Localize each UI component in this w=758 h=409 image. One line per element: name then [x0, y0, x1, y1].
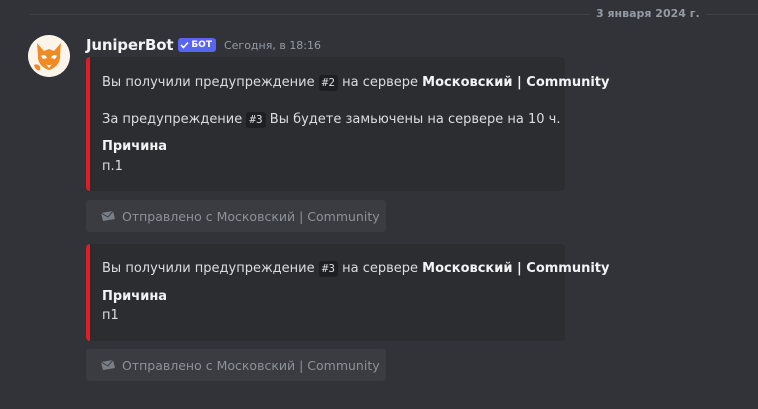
inline-code: #3 — [246, 112, 266, 128]
embed-description-line: Вы получили предупреждение #2 на сервере… — [102, 74, 610, 92]
text-segment: на сервере — [338, 75, 423, 90]
fox-logo-icon — [28, 35, 70, 77]
warning-embed: Вы получили предупреждение #3 на сервере… — [86, 244, 610, 341]
sent-from-server-button[interactable]: Отправлено с Московский | Community — [86, 349, 386, 381]
text-segment: Вы получили предупреждение — [102, 261, 319, 276]
embed-field-name: Причина — [102, 139, 168, 154]
author-name[interactable]: JuniperBot — [86, 36, 174, 54]
embed-field-value: п.1 — [102, 159, 123, 174]
envelope-icon — [100, 210, 115, 221]
embed-field-value: п1 — [102, 308, 119, 323]
server-name: Московский | Community — [422, 75, 610, 90]
sent-from-server-button[interactable]: Отправлено с Московский | Community — [86, 200, 386, 232]
date-divider-label: 3 января 2024 г. — [590, 7, 706, 21]
server-name: Московский | Community — [422, 261, 610, 276]
message-header: JuniperBot БОТ Сегодня, в 18:16 — [86, 35, 321, 55]
warning-embed: Вы получили предупреждение #2 на сервере… — [86, 57, 610, 191]
embed-description-line: Вы получили предупреждение #3 на сервере… — [102, 260, 610, 278]
message-timestamp[interactable]: Сегодня, в 18:16 — [224, 39, 321, 52]
text-segment: Вы будете замьючены на сервере на 10 ч. — [265, 112, 561, 127]
chat-area: 3 января 2024 г. JuniperBot БОТ Сегодня,… — [0, 0, 758, 409]
text-segment: За предупреждение — [102, 112, 247, 127]
embed-description-line: За предупреждение #3 Вы будете замьючены… — [102, 111, 560, 129]
text-segment: Вы получили предупреждение — [102, 75, 319, 90]
sent-button-label: Отправлено с Московский | Community — [122, 357, 380, 373]
sent-button-label: Отправлено с Московский | Community — [122, 208, 380, 224]
avatar[interactable] — [28, 35, 70, 77]
embed-field-name: Причина — [102, 289, 168, 304]
text-segment: на сервере — [338, 261, 423, 276]
bot-tag-label: БОТ — [191, 40, 212, 50]
verified-check-icon — [180, 41, 189, 49]
envelope-icon — [100, 359, 115, 370]
bot-tag: БОТ — [178, 38, 216, 52]
inline-code: #3 — [318, 261, 338, 277]
inline-code: #2 — [318, 75, 338, 91]
